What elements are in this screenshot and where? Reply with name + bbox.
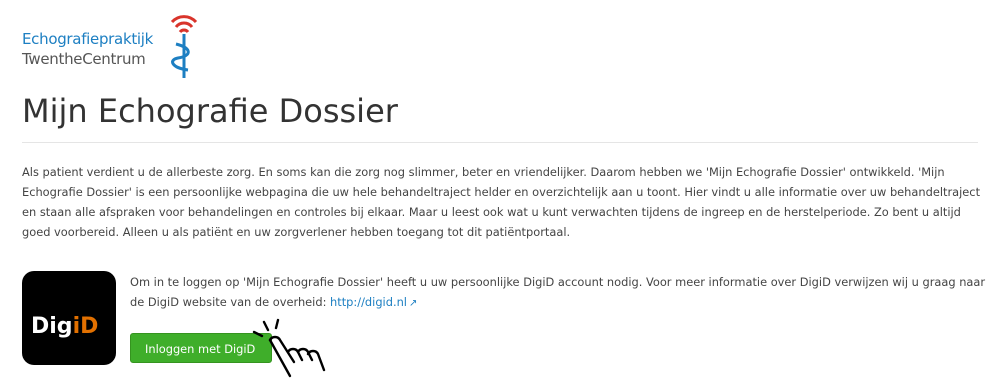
logo-line-1: Echografiepraktijk <box>22 30 154 48</box>
page-title: Mijn Echografie Dossier <box>22 92 398 130</box>
digid-info-text: Om in te loggen op 'Mijn Echografie Doss… <box>130 272 990 314</box>
external-link-icon: ↗ <box>408 298 418 309</box>
caduceus-signal-icon <box>170 15 198 78</box>
digid-link[interactable]: http://digid.nl <box>330 295 407 309</box>
intro-paragraph: Als patient verdient u de allerbeste zor… <box>22 165 981 239</box>
title-divider <box>22 142 978 143</box>
pointer-hand-icon <box>252 318 326 378</box>
practice-logo: Echografiepraktijk TwentheCentrum <box>22 8 202 78</box>
digid-logo-text-left: Dig <box>31 314 73 339</box>
digid-logo-text-right: iD <box>72 314 99 339</box>
digid-info-body: Om in te loggen op 'Mijn Echografie Doss… <box>130 275 986 309</box>
digid-logo: DigiD <box>22 271 116 365</box>
logo-line-2: TwentheCentrum <box>22 50 146 68</box>
